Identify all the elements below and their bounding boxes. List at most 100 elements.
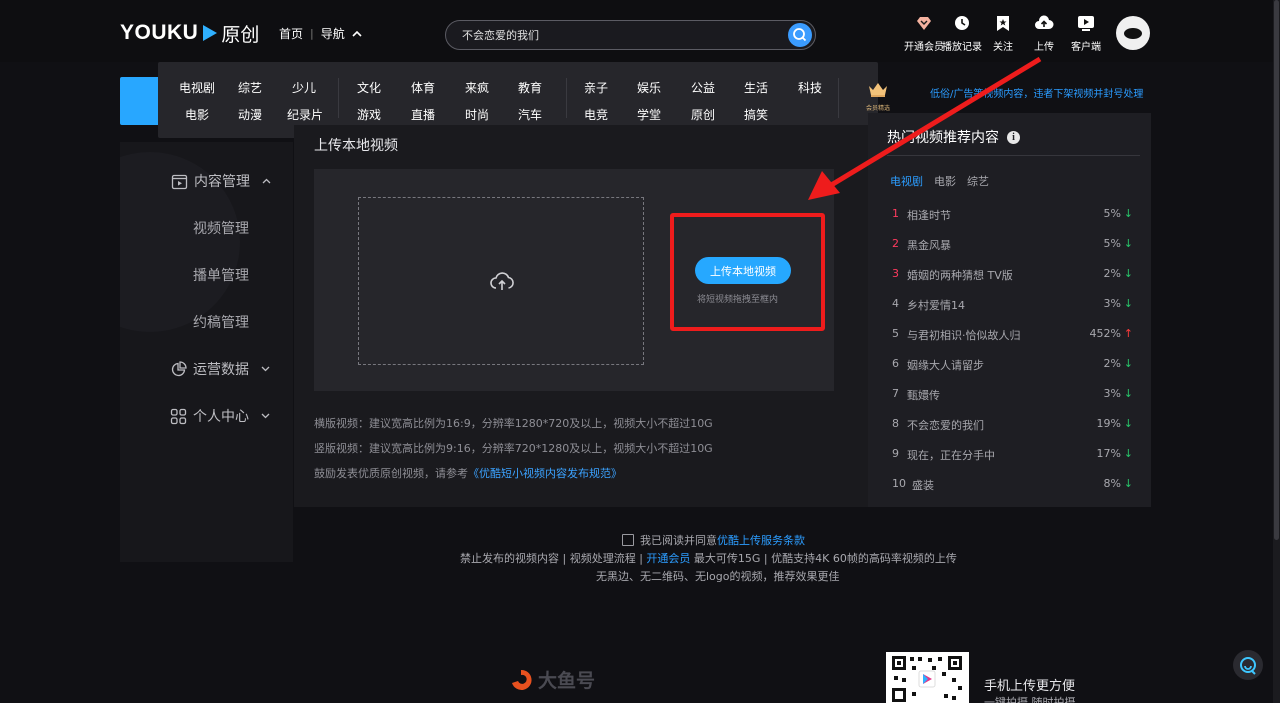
nav-item-funny[interactable]: 搞笑 xyxy=(744,106,768,123)
nav-item-auto[interactable]: 汽车 xyxy=(518,106,542,123)
sidebar-content-mgmt-label: 内容管理 xyxy=(194,174,250,190)
pie-chart-icon xyxy=(171,360,187,376)
agree-checkbox[interactable] xyxy=(622,534,634,546)
nav-item-anime[interactable]: 动漫 xyxy=(238,106,262,123)
list-item[interactable]: 7 甄嬛传 3% ↓ xyxy=(892,387,1133,403)
rank-title: 盛装 xyxy=(912,479,934,492)
agree-text: 我已阅读并同意优酷上传服务条款 xyxy=(640,532,805,548)
fish-logo-icon xyxy=(512,669,532,690)
client-button[interactable]: 客户端 xyxy=(1066,13,1106,53)
nav-item-life[interactable]: 生活 xyxy=(744,79,768,96)
list-item[interactable]: 5 与君初相识·恰似故人归 452% ↑ xyxy=(892,327,1133,343)
vip-label: 开通会员 xyxy=(904,42,944,53)
history-button[interactable]: 播放记录 xyxy=(942,13,982,53)
rank-number: 4 xyxy=(892,297,899,310)
footer-rules-a: 禁止发布的视频内容 | 视频处理流程 | xyxy=(460,552,647,565)
list-item[interactable]: 6 姻缘大人请留步 2% ↓ xyxy=(892,357,1133,373)
chevron-up-icon xyxy=(352,30,362,37)
nav-item-tv[interactable]: 电视剧 xyxy=(179,79,215,96)
rank-number: 7 xyxy=(892,387,899,400)
rank-percent: 3% xyxy=(1103,387,1121,400)
footer-rules-b: 最大可传15G | 优酷支持4K 60帧的高码率视频的上传 xyxy=(690,552,957,565)
sidebar-content-mgmt[interactable]: 内容管理 xyxy=(171,171,271,191)
dayu-text: 大鱼号 xyxy=(538,670,596,692)
vip-open-link[interactable]: 开通会员 xyxy=(646,552,690,565)
sidebar-item-draft-mgmt[interactable]: 约稿管理 xyxy=(193,312,249,332)
rank-title: 黑金风暴 xyxy=(907,239,951,252)
arrow-up-icon: ↑ xyxy=(1123,327,1133,340)
client-label: 客户端 xyxy=(1071,42,1101,53)
sidebar-item-video-mgmt[interactable]: 视频管理 xyxy=(193,218,249,238)
list-item[interactable]: 10 盛装 8% ↓ xyxy=(892,477,1133,493)
nav-item-live[interactable]: 直播 xyxy=(411,106,435,123)
list-item[interactable]: 8 不会恋爱的我们 19% ↓ xyxy=(892,417,1133,433)
rank-number: 9 xyxy=(892,447,899,460)
rank-number: 2 xyxy=(892,237,899,250)
sidebar-ops-data-label: 运营数据 xyxy=(193,362,249,378)
highlight-box xyxy=(670,213,825,331)
nav-item-movie[interactable]: 电影 xyxy=(185,106,209,123)
nav-item-education[interactable]: 教育 xyxy=(518,79,542,96)
chevron-down-icon xyxy=(261,366,270,372)
arrow-down-icon: ↓ xyxy=(1123,477,1133,490)
nav-item-documentary[interactable]: 纪录片 xyxy=(287,106,323,123)
sidebar-personal-center-label: 个人中心 xyxy=(193,409,249,425)
nav-item-laifeng[interactable]: 来疯 xyxy=(465,79,489,96)
nav-item-charity[interactable]: 公益 xyxy=(691,79,715,96)
nav-item-parenting[interactable]: 亲子 xyxy=(584,79,608,96)
nav-guide-link[interactable]: 导航 xyxy=(321,25,345,42)
sidebar-ops-data[interactable]: 运营数据 xyxy=(170,359,270,379)
search-button[interactable] xyxy=(788,23,812,47)
rank-percent: 3% xyxy=(1103,297,1121,310)
assistant-button[interactable] xyxy=(1233,650,1263,680)
cloud-upload-icon xyxy=(490,272,514,290)
sidebar-personal-center[interactable]: 个人中心 xyxy=(170,406,270,426)
page-scrollbar[interactable] xyxy=(1273,0,1280,703)
rank-percent: 452% xyxy=(1089,327,1121,340)
dayu-logo[interactable]: 大鱼号 xyxy=(508,666,595,693)
sidebar-item-playlist-mgmt[interactable]: 播单管理 xyxy=(193,265,249,285)
nav-separator: | xyxy=(310,27,314,40)
arrow-down-icon: ↓ xyxy=(1123,237,1133,250)
list-item[interactable]: 4 乡村爱情14 3% ↓ xyxy=(892,297,1133,313)
nav-item-school[interactable]: 学堂 xyxy=(637,106,661,123)
nav-item-game[interactable]: 游戏 xyxy=(357,106,381,123)
scrollbar-thumb[interactable] xyxy=(1274,0,1279,540)
rank-number: 10 xyxy=(892,477,906,490)
nav-item-variety[interactable]: 综艺 xyxy=(238,79,262,96)
nav-item-fashion[interactable]: 时尚 xyxy=(465,106,489,123)
nav-item-esports[interactable]: 电竞 xyxy=(584,106,608,123)
upload-nav-button[interactable]: 上传 xyxy=(1024,13,1064,53)
list-item[interactable]: 1 相逢时节 5% ↓ xyxy=(892,207,1133,223)
rank-title: 现在，正在分手中 xyxy=(907,449,995,462)
arrow-down-icon: ↓ xyxy=(1123,297,1133,310)
rank-number: 3 xyxy=(892,267,899,280)
rank-title: 甄嬛传 xyxy=(907,389,940,402)
arrow-down-icon: ↓ xyxy=(1123,357,1133,370)
search-box xyxy=(445,20,816,50)
nav-item-original[interactable]: 原创 xyxy=(691,106,715,123)
agree-prefix: 我已阅读并同意 xyxy=(640,534,717,547)
list-item[interactable]: 9 现在，正在分手中 17% ↓ xyxy=(892,447,1133,463)
vip-button[interactable]: 开通会员 xyxy=(904,13,944,53)
publish-guideline-link[interactable]: 《优酷短小视频内容发布规范》 xyxy=(468,467,622,480)
list-item[interactable]: 2 黑金风暴 5% ↓ xyxy=(892,237,1133,253)
rule-encourage: 鼓励发表优质原创视频，请参考《优酷短小视频内容发布规范》 xyxy=(314,465,622,481)
nav-home-link[interactable]: 首页 xyxy=(279,25,303,42)
search-input[interactable] xyxy=(462,27,762,44)
upload-terms-link[interactable]: 优酷上传服务条款 xyxy=(717,534,805,547)
nav-item-kids[interactable]: 少儿 xyxy=(292,79,316,96)
follow-label: 关注 xyxy=(993,42,1013,53)
nav-item-entertainment[interactable]: 娱乐 xyxy=(637,79,661,96)
avatar[interactable] xyxy=(1116,16,1150,50)
logo-play-icon xyxy=(203,25,218,41)
nav-item-sports[interactable]: 体育 xyxy=(411,79,435,96)
top-nav: 首页 | 导航 xyxy=(279,25,362,42)
nav-item-culture[interactable]: 文化 xyxy=(357,79,381,96)
follow-button[interactable]: 关注 xyxy=(983,13,1023,53)
chat-assistant-icon xyxy=(1240,657,1256,675)
qr-code xyxy=(886,652,969,703)
youku-logo[interactable]: YOUKU 原创 xyxy=(120,20,259,46)
list-item[interactable]: 3 婚姻的两种猜想 TV版 2% ↓ xyxy=(892,267,1133,283)
video-box-icon xyxy=(171,174,188,189)
